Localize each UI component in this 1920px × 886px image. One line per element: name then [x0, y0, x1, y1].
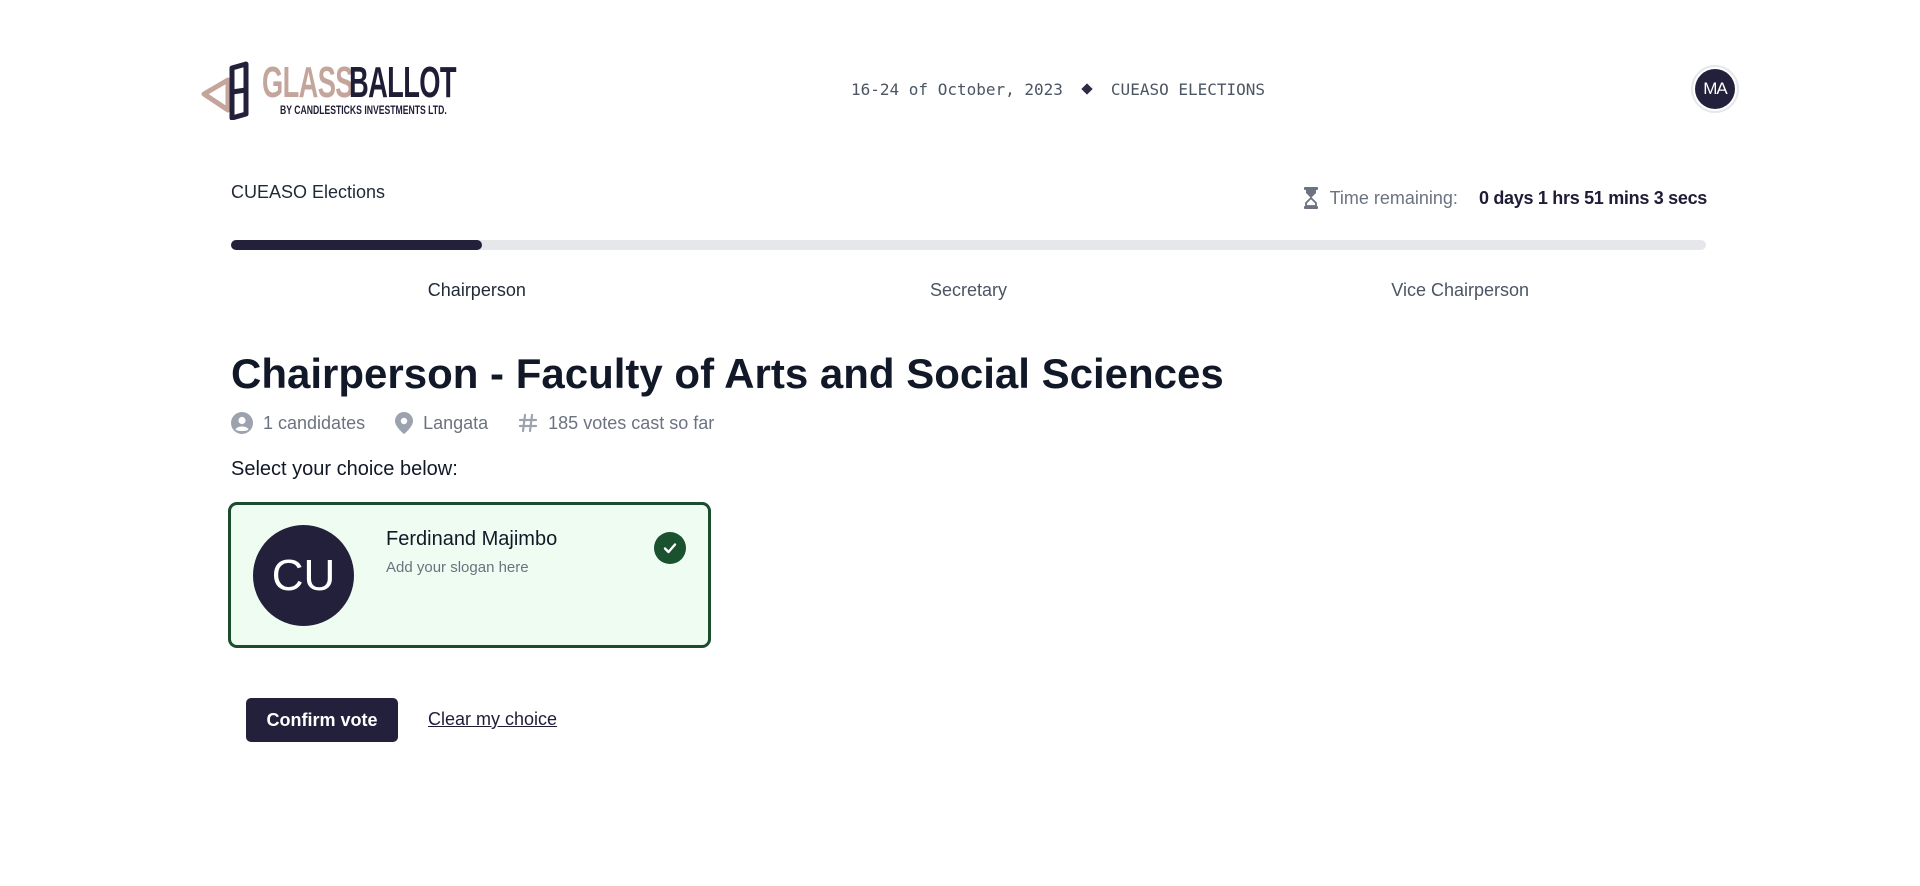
location: Langata [395, 412, 488, 434]
votes-cast-text: 185 votes cast so far [548, 412, 715, 433]
votes-cast: 185 votes cast so far [518, 413, 714, 434]
time-remaining: Time remaining: 0 days 1 hrs 51 mins 3 s… [1303, 187, 1707, 209]
selection-prompt: Select your choice below: [231, 458, 458, 480]
position-meta: 1 candidates Langata 185 votes cast so f… [231, 412, 744, 434]
time-remaining-value: 0 days 1 hrs 51 mins 3 secs [1478, 187, 1707, 208]
location-text: Langata [423, 412, 489, 433]
candidate-card[interactable]: CU Ferdinand Majimbo Add your slogan her… [228, 502, 711, 648]
hash-icon [519, 413, 538, 433]
position-tabs: Chairperson Secretary Vice Chairperson [231, 280, 1706, 310]
time-remaining-label: Time remaining: [1329, 187, 1458, 208]
tab-chairperson[interactable]: Chairperson [231, 280, 723, 310]
glass-ballot-logo[interactable]: GLASS BALLOT BY CANDLESTICKS INVESTMENTS… [200, 58, 457, 122]
candidates-count-text: 1 candidates [263, 412, 366, 433]
tab-secretary[interactable]: Secretary [723, 280, 1215, 310]
event-dates: 16-24 of October, 2023 [851, 80, 1063, 99]
logo-text-ballot: BALLOT [349, 58, 457, 107]
ballot-logo-icon [201, 61, 249, 120]
diamond-separator-icon [1081, 83, 1093, 95]
user-avatar-button[interactable]: MA [1691, 65, 1739, 113]
event-info: 16-24 of October, 2023 CUEASO ELECTIONS [851, 80, 1265, 99]
voting-progress-bar [231, 240, 1706, 250]
candidate-slogan: Add your slogan here [386, 559, 529, 576]
page-header: GLASS BALLOT BY CANDLESTICKS INVESTMENTS… [0, 0, 1920, 180]
candidates-count: 1 candidates [231, 412, 365, 434]
avatar: MA [1695, 69, 1735, 109]
page-title: Chairperson - Faculty of Arts and Social… [231, 350, 1224, 397]
user-circle-icon [231, 412, 253, 434]
confirm-vote-button[interactable]: Confirm vote [246, 698, 398, 742]
logo-text-glass: GLASS [262, 58, 353, 107]
hourglass-icon [1303, 187, 1318, 209]
map-pin-icon [395, 412, 414, 434]
tab-vice-chairperson[interactable]: Vice Chairperson [1214, 280, 1706, 310]
candidate-name: Ferdinand Majimbo [386, 528, 558, 550]
candidate-avatar: CU [253, 525, 354, 626]
clear-choice-link[interactable]: Clear my choice [428, 709, 557, 730]
selected-check-icon [654, 532, 686, 564]
election-name: CUEASO Elections [231, 182, 386, 202]
logo-tagline: BY CANDLESTICKS INVESTMENTS LTD. [280, 103, 447, 117]
event-name: CUEASO ELECTIONS [1110, 80, 1266, 99]
progress-fill [231, 240, 482, 250]
